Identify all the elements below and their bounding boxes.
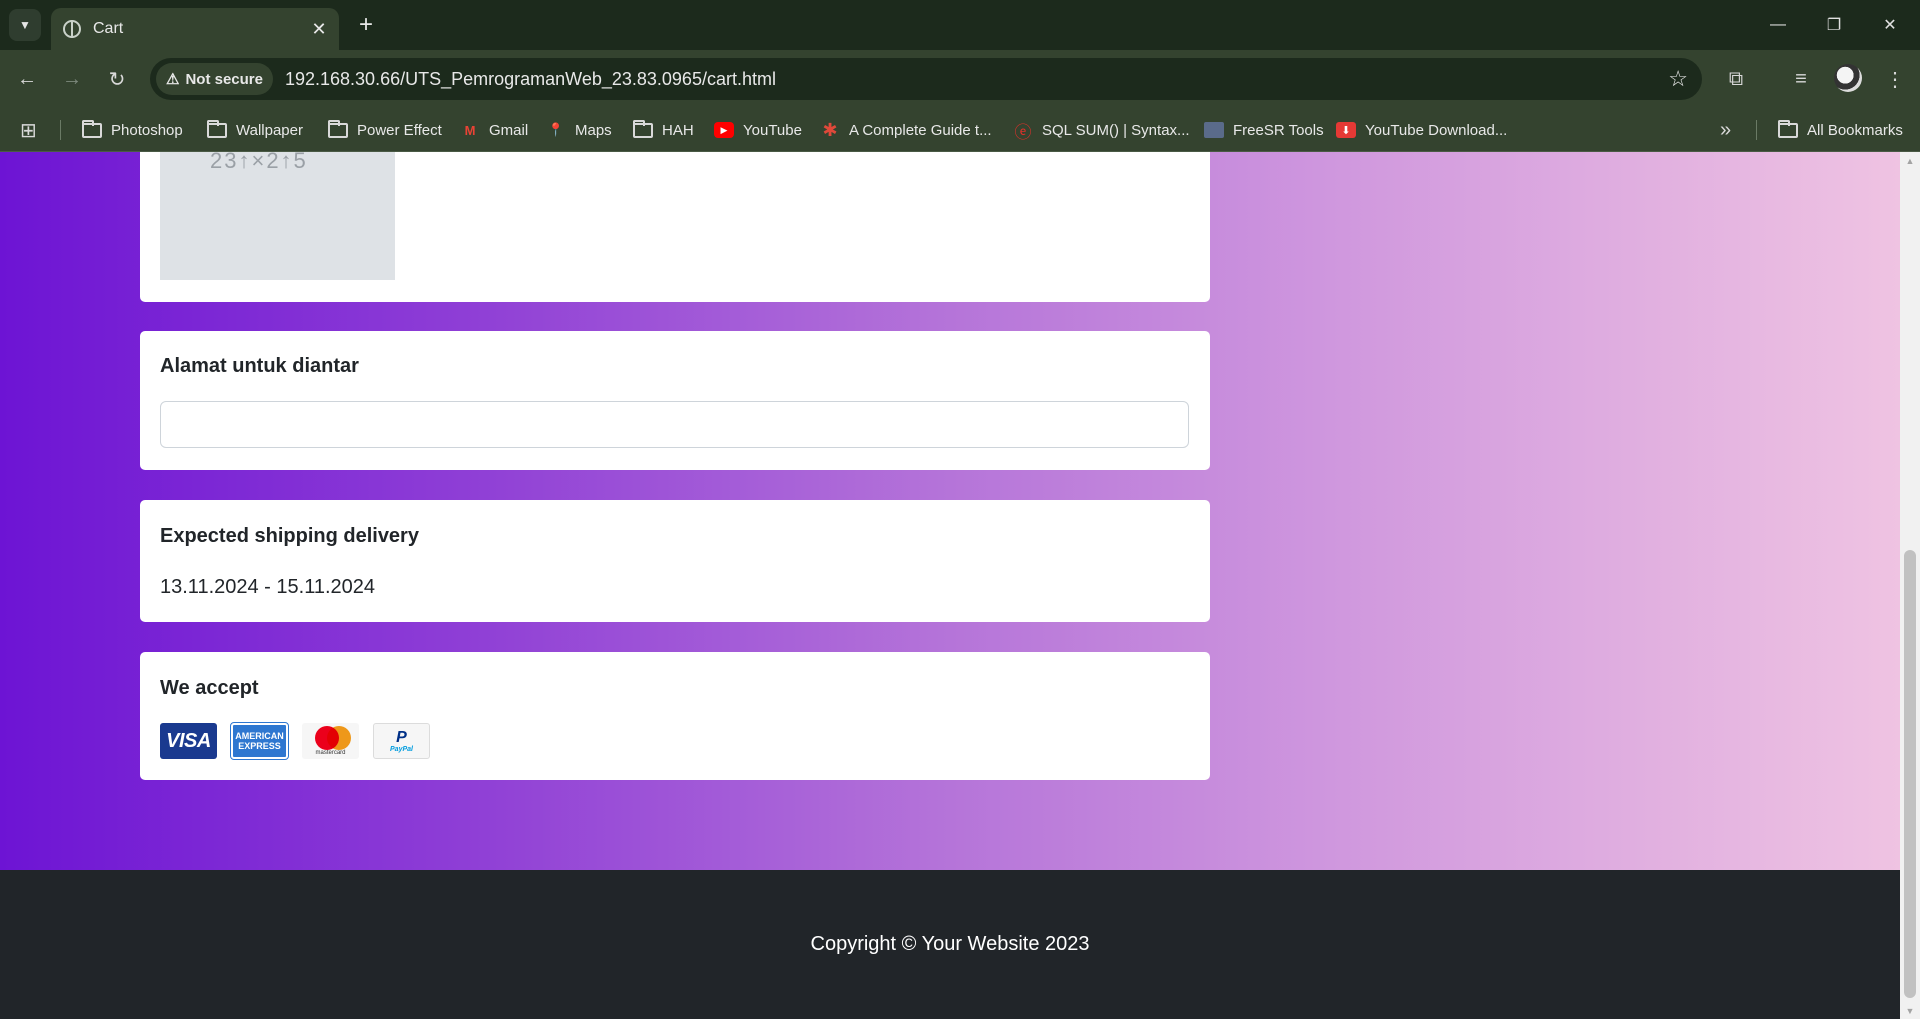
not-secure-label: Not secure: [185, 70, 263, 88]
page-footer: Copyright © Your Website 2023: [0, 870, 1900, 1019]
all-bookmarks[interactable]: All Bookmarks: [1778, 108, 1903, 152]
url-text[interactable]: 192.168.30.66/UTS_PemrogramanWeb_23.83.0…: [285, 69, 1668, 90]
visa-icon: VISA: [160, 723, 217, 759]
forward-arrow-icon[interactable]: →: [55, 62, 89, 96]
reload-icon[interactable]: ↻: [100, 62, 134, 96]
tab-title: Cart: [93, 20, 124, 37]
address-input[interactable]: [160, 401, 1189, 448]
shipping-card: Expected shipping delivery 13.11.2024 - …: [140, 500, 1210, 622]
browser-title-bar: ▼ Cart ✕ + — ❐ ✕: [0, 0, 1920, 50]
address-card-title: Alamat untuk diantar: [160, 355, 359, 377]
bookmark-youtube-download[interactable]: ⬇ YouTube Download...: [1336, 108, 1507, 152]
bookmark-label: A Complete Guide t...: [849, 121, 992, 139]
address-bar[interactable]: ⚠ Not secure 192.168.30.66/UTS_Pemrogram…: [150, 58, 1702, 100]
amex-icon: AMERICAN EXPRESS: [230, 722, 289, 760]
scroll-down-arrow-icon[interactable]: ▼: [1900, 1002, 1920, 1019]
page-viewport: 23↑×2↑5 Alamat untuk diantar Expected sh…: [0, 152, 1900, 1019]
payment-card-title: We accept: [160, 677, 259, 699]
bookmark-label: Photoshop: [111, 121, 183, 139]
window-close-icon[interactable]: ✕: [1866, 0, 1914, 50]
paypal-p-glyph: P: [396, 728, 407, 746]
bookmark-wallpaper[interactable]: Wallpaper: [207, 108, 303, 152]
restore-icon[interactable]: ❐: [1810, 0, 1858, 50]
minimize-icon[interactable]: —: [1754, 0, 1802, 50]
warning-icon: ⚠: [166, 71, 180, 88]
copyright-text: Copyright © Your Website 2023: [810, 933, 1090, 955]
bookmark-sql-sum[interactable]: ⓔ SQL SUM() | Syntax...: [1013, 108, 1190, 152]
shipping-card-title: Expected shipping delivery: [160, 525, 419, 547]
bookmarks-bar: ⊞ Photoshop Wallpaper Power Effect M Gmai…: [0, 108, 1920, 152]
folder-icon: [82, 119, 102, 138]
bookmark-freesr-tools[interactable]: FreeSR Tools: [1204, 108, 1324, 152]
paypal-label: PayPal: [390, 745, 413, 753]
folder-icon: [328, 119, 348, 138]
bookmark-label: Wallpaper: [236, 121, 303, 139]
asterisk-icon: ✱: [822, 119, 838, 140]
back-arrow-icon[interactable]: ←: [10, 62, 44, 96]
youtube-icon: ▶: [714, 122, 734, 138]
puzzle-icon[interactable]: ⧉: [1719, 62, 1753, 96]
all-bookmarks-label: All Bookmarks: [1807, 121, 1903, 139]
tab-search-chevron-down-icon[interactable]: ▼: [9, 9, 41, 41]
bookmark-hah[interactable]: HAH: [633, 108, 694, 152]
profile-avatar[interactable]: [1834, 64, 1862, 92]
bookmark-youtube[interactable]: ▶ YouTube: [714, 108, 802, 152]
globe-icon: [63, 20, 81, 38]
bookmark-star-icon[interactable]: ☆: [1668, 66, 1688, 92]
mastercard-icon: mastercard: [302, 723, 359, 759]
not-secure-chip[interactable]: ⚠ Not secure: [156, 63, 273, 95]
product-image-placeholder: 23↑×2↑5: [160, 152, 395, 280]
payment-card: We accept VISA AMERICAN EXPRESS masterca…: [140, 652, 1210, 780]
gmail-icon: M: [464, 122, 476, 138]
page-scrollbar[interactable]: ▲ ▼: [1900, 152, 1920, 1019]
bookmark-label: HAH: [662, 121, 694, 139]
new-tab-plus-icon[interactable]: +: [351, 10, 381, 40]
bookmark-maps[interactable]: 📍 Maps: [546, 108, 612, 152]
folder-icon: [633, 119, 653, 138]
bookmark-label: YouTube: [743, 121, 802, 139]
product-card: 23↑×2↑5: [140, 152, 1210, 302]
bookmark-complete-guide[interactable]: ✱ A Complete Guide t...: [820, 108, 992, 152]
shipping-dates: 13.11.2024 - 15.11.2024: [160, 576, 375, 598]
bookmark-label: Power Effect: [357, 121, 442, 139]
apps-grid-icon[interactable]: ⊞: [20, 108, 37, 152]
browser-toolbar: ← → ↻ ⚠ Not secure 192.168.30.66/UTS_Pem…: [0, 50, 1920, 108]
url-host: 192.168.30.66: [284, 68, 401, 89]
bookmark-power-effect[interactable]: Power Effect: [328, 108, 442, 152]
sql-icon: ⓔ: [1014, 122, 1032, 142]
download-icon: ⬇: [1336, 122, 1356, 138]
paypal-icon: P PayPal: [373, 723, 430, 759]
bookmark-photoshop[interactable]: Photoshop: [82, 108, 183, 152]
scroll-up-arrow-icon[interactable]: ▲: [1900, 152, 1920, 169]
bookmark-separator: [60, 120, 61, 140]
mastercard-circles: [311, 726, 351, 750]
cart-section: 23↑×2↑5 Alamat untuk diantar Expected sh…: [0, 152, 1900, 870]
bookmark-separator: [1756, 120, 1757, 140]
maps-icon: 📍: [547, 122, 565, 137]
product-image-text: 23↑×2↑5: [210, 152, 308, 173]
media-control-icon[interactable]: ≡: [1784, 62, 1818, 96]
scroll-thumb[interactable]: [1904, 550, 1916, 998]
browser-tab-cart[interactable]: Cart ✕: [51, 8, 339, 50]
bookmark-label: Gmail: [489, 121, 529, 139]
bookmark-label: FreeSR Tools: [1233, 121, 1324, 139]
bookmark-label: YouTube Download...: [1365, 121, 1508, 139]
kebab-menu-icon[interactable]: ⋮: [1878, 62, 1912, 96]
url-path: /UTS_PemrogramanWeb_23.83.0965/cart.html: [400, 68, 776, 89]
mastercard-label: mastercard: [315, 750, 346, 756]
address-card: Alamat untuk diantar: [140, 331, 1210, 470]
freesr-icon: [1204, 122, 1224, 138]
payment-methods: VISA AMERICAN EXPRESS mastercard P PayPa…: [160, 722, 430, 760]
bookmark-gmail[interactable]: M Gmail: [460, 108, 529, 152]
bookmarks-overflow-icon[interactable]: »: [1720, 108, 1731, 152]
bookmark-label: Maps: [575, 121, 612, 139]
close-tab-icon[interactable]: ✕: [305, 19, 333, 40]
bookmark-label: SQL SUM() | Syntax...: [1042, 121, 1190, 139]
folder-icon: [207, 119, 227, 138]
folder-icon: [1778, 119, 1798, 138]
